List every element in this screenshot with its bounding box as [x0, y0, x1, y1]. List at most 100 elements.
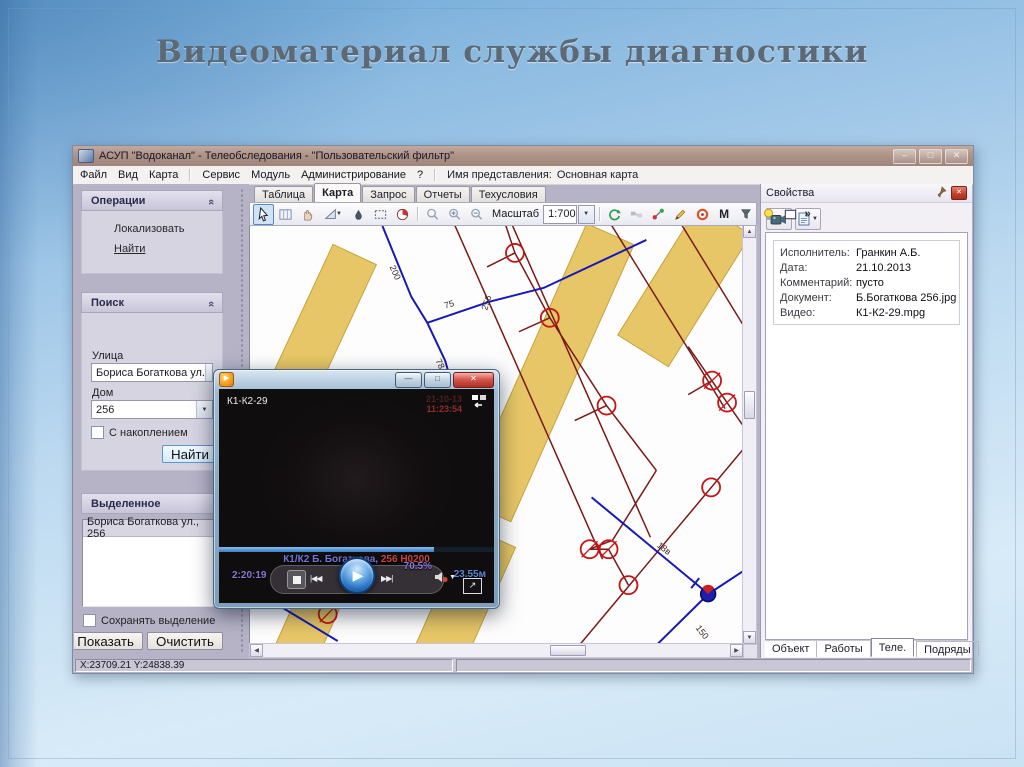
player-close-button[interactable]: ✕	[453, 371, 494, 388]
scroll-down-icon[interactable]: ▼	[743, 631, 756, 644]
rtab-object[interactable]: Объект	[765, 641, 818, 657]
tab-map[interactable]: Карта	[314, 183, 362, 202]
rtab-tele[interactable]: Теле.	[870, 638, 915, 657]
video-player-window[interactable]: ▶ — □ ✕ К1-К2-29 21-10-13 11:23:54 К1/К2…	[213, 369, 500, 609]
clear-button[interactable]: Очистить	[146, 632, 223, 650]
map-horizontal-scrollbar[interactable]: ◀ ▶	[249, 643, 744, 658]
collapse-chevron-icon[interactable]: «	[205, 300, 217, 304]
rtab-contracts[interactable]: Подряды	[916, 641, 979, 657]
selected-node[interactable]	[699, 584, 717, 603]
panel-close-icon[interactable]: ✕	[951, 186, 967, 200]
link-objects-button[interactable]	[626, 204, 647, 225]
marker-m-button[interactable]: M	[714, 204, 735, 225]
hand-icon	[304, 209, 313, 220]
video-screen[interactable]: К1-К2-29 21-10-13 11:23:54 К1/К2 Б. Бога…	[219, 389, 494, 603]
find-link[interactable]: Найти	[82, 235, 222, 255]
app-titlebar[interactable]: АСУП "Водоканал" - Телеобследования - "П…	[73, 146, 973, 167]
group-operations[interactable]: Операции «	[81, 190, 223, 211]
tab-query[interactable]: Запрос	[362, 186, 415, 202]
player-maximize-button[interactable]: □	[424, 371, 451, 388]
scrollbar-thumb[interactable]	[744, 391, 755, 419]
scroll-left-icon[interactable]: ◀	[250, 644, 263, 657]
localize-link[interactable]: Локализовать	[82, 211, 222, 235]
scale-dropdown-button[interactable]: ▼	[577, 204, 595, 224]
view-name-value[interactable]: Основная карта	[557, 169, 638, 181]
edit-button[interactable]	[670, 204, 691, 225]
property-row[interactable]: Исполнитель: Гранкин А.Б.	[780, 245, 953, 260]
search-find-button[interactable]: Найти	[161, 445, 218, 463]
frame-button[interactable]	[780, 204, 801, 225]
route-button[interactable]	[648, 204, 669, 225]
tab-techconditions[interactable]: Техусловия	[470, 186, 546, 202]
accumulate-checkbox[interactable]	[91, 426, 104, 439]
scroll-right-icon[interactable]: ▶	[730, 644, 743, 657]
select-cursor-button[interactable]	[253, 203, 274, 225]
minimize-button[interactable]: –	[893, 148, 916, 164]
lightbulb-icon	[763, 208, 773, 220]
measure-button[interactable]: ▼	[319, 204, 347, 225]
pan-hand-button[interactable]	[297, 204, 318, 225]
ink-tool-button[interactable]	[348, 204, 369, 225]
property-row[interactable]: Дата: 21.10.2013	[780, 260, 953, 275]
zoom-window-button[interactable]	[422, 204, 443, 225]
pin-icon[interactable]	[937, 185, 947, 201]
video-progress-bar[interactable]	[219, 547, 494, 552]
menu-item-help[interactable]: ?	[417, 169, 423, 181]
group-selection[interactable]: Выделенное	[81, 493, 223, 514]
target-button[interactable]	[692, 204, 713, 225]
street-combo[interactable]: Бориса Богаткова ул. ▼	[91, 363, 213, 382]
zoom-out-button[interactable]	[466, 204, 487, 225]
house-label: Дом	[92, 387, 114, 399]
property-row[interactable]: Видео: К1-К2-29.mpg	[780, 305, 953, 320]
tab-table[interactable]: Таблица	[254, 186, 314, 202]
next-button[interactable]: ▶▶|	[381, 574, 393, 583]
scrollbar-thumb[interactable]	[550, 645, 586, 656]
map-vertical-scrollbar[interactable]: ▲ ▼	[742, 224, 757, 645]
funnel-button[interactable]	[736, 204, 757, 225]
stop-button[interactable]	[287, 570, 306, 589]
group-selection-title: Выделенное	[91, 497, 161, 510]
selection-listbox[interactable]: Бориса Богаткова ул., 256	[82, 516, 222, 607]
refresh-button[interactable]	[604, 204, 625, 225]
pie-tool-button[interactable]	[392, 204, 413, 225]
list-item[interactable]: Бориса Богаткова ул., 256	[83, 516, 221, 540]
fullscreen-button[interactable]: ↗	[463, 578, 482, 594]
property-row[interactable]: Комментарий: пусто	[780, 275, 953, 290]
toolbar-overflow-button[interactable]: »	[802, 208, 814, 220]
menu-item-view[interactable]: Вид	[118, 169, 138, 181]
previous-button[interactable]: |◀◀	[310, 574, 322, 583]
lamp-button[interactable]	[758, 204, 779, 225]
property-value: пусто	[856, 276, 884, 289]
show-button[interactable]: Показать	[74, 632, 143, 650]
menu-item-map[interactable]: Карта	[149, 169, 178, 181]
property-row[interactable]: Документ: Б.Богаткова 256.jpg	[780, 290, 956, 305]
player-minimize-button[interactable]: —	[395, 371, 422, 388]
player-titlebar[interactable]: ▶ — □ ✕	[214, 370, 499, 389]
menu-item-file[interactable]: Файл	[80, 169, 107, 181]
menu-item-admin[interactable]: Администрирование	[301, 169, 406, 181]
menu-item-module[interactable]: Модуль	[251, 169, 290, 181]
menu-item-service[interactable]: Сервис	[202, 169, 240, 181]
zoom-in-icon	[449, 208, 461, 220]
chevron-down-icon: ▼	[336, 211, 342, 217]
chevron-down-icon[interactable]: ▼	[204, 364, 212, 381]
group-search[interactable]: Поиск «	[81, 292, 223, 313]
keep-selection-checkbox[interactable]	[83, 614, 96, 627]
maximize-button[interactable]: □	[919, 148, 942, 164]
properties-panel: Свойства ✕ ▼ Исполнитель: Гранкин А.Б. Д…	[760, 184, 979, 658]
pip-icon[interactable]	[472, 395, 487, 411]
zoom-out-icon	[471, 208, 483, 220]
scale-combo[interactable]: 1:700	[543, 204, 577, 224]
house-combo[interactable]: 256 ▼	[91, 400, 213, 419]
scroll-up-icon[interactable]: ▲	[743, 225, 756, 238]
chevron-down-icon[interactable]: ▼	[196, 401, 212, 418]
tab-reports[interactable]: Отчеты	[415, 186, 470, 202]
select-rect-button[interactable]	[370, 204, 391, 225]
properties-title: Свойства	[766, 187, 815, 199]
rtab-works[interactable]: Работы	[817, 641, 871, 657]
play-button[interactable]: ▶	[338, 557, 375, 594]
close-button[interactable]: ✕	[945, 148, 968, 164]
collapse-chevron-icon[interactable]: «	[205, 198, 217, 202]
zoom-in-button[interactable]	[444, 204, 465, 225]
map-sheet-button[interactable]	[275, 204, 296, 225]
